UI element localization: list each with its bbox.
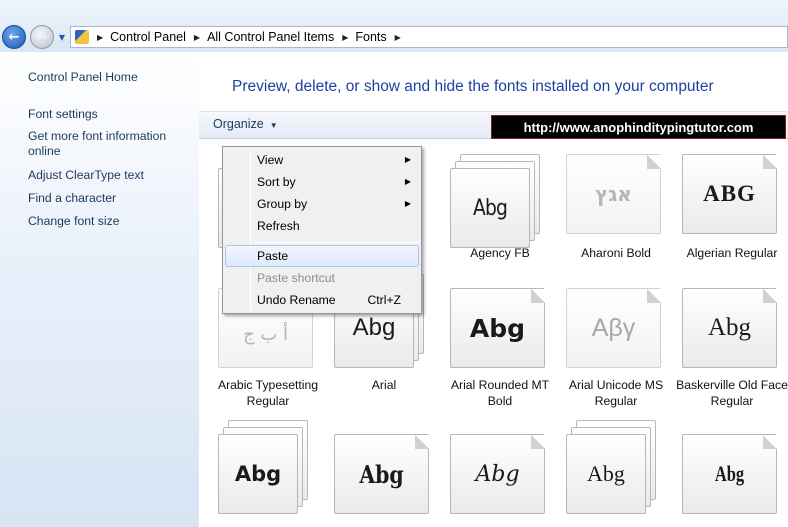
back-arrow-icon[interactable]: ←	[2, 25, 26, 49]
breadcrumb-chevron-icon[interactable]: ▶	[194, 33, 200, 42]
font-preview: Αβγ	[591, 313, 636, 342]
more-font-info-link[interactable]: Get more font information online	[28, 129, 188, 159]
font-name: Arial	[371, 378, 397, 392]
menu-item-undo-rename[interactable]: Undo Rename Ctrl+Z	[225, 289, 419, 311]
font-preview: Abg	[707, 314, 752, 341]
font-name: Arial Rounded MT Bold	[450, 378, 550, 408]
menu-item-refresh[interactable]: Refresh	[225, 215, 419, 237]
menu-item-label: Undo Rename	[257, 293, 336, 307]
menu-item-shortcut: Ctrl+Z	[367, 293, 401, 307]
menu-item-sort-by[interactable]: Sort by ▶	[225, 171, 419, 193]
font-preview: Abg	[469, 313, 526, 343]
address-bar[interactable]: ▶ Control Panel ▶ All Control Panel Item…	[70, 26, 788, 48]
breadcrumb-control-panel[interactable]: Control Panel	[110, 30, 186, 44]
fonts-folder-icon	[75, 30, 89, 44]
font-preview: Abg	[587, 461, 625, 486]
breadcrumb-all-items[interactable]: All Control Panel Items	[207, 30, 334, 44]
change-font-size-link[interactable]: Change font size	[28, 214, 188, 229]
menu-separator	[253, 242, 418, 243]
organize-button[interactable]: Organize ▼	[213, 117, 278, 131]
breadcrumb-chevron-icon[interactable]: ▶	[395, 33, 401, 42]
context-menu: View ▶ Sort by ▶ Group by ▶ Refresh Past…	[222, 146, 422, 314]
font-name: Arial Unicode MS Regular	[568, 378, 664, 408]
font-settings-link[interactable]: Font settings	[28, 107, 188, 122]
breadcrumb-chevron-icon[interactable]: ▶	[342, 33, 348, 42]
font-name: Agency FB	[470, 246, 530, 260]
menu-item-label: Refresh	[257, 219, 300, 233]
find-character-link[interactable]: Find a character	[28, 191, 188, 206]
menu-item-label: Paste shortcut	[257, 271, 335, 285]
control-panel-home-link[interactable]: Control Panel Home	[28, 70, 188, 85]
menu-item-label: Sort by	[257, 175, 296, 189]
font-preview: Abg	[234, 462, 282, 486]
menu-item-label: Paste	[257, 249, 289, 263]
font-preview: Abg	[714, 461, 745, 486]
menu-item-label: View	[257, 153, 284, 167]
menu-item-paste-shortcut[interactable]: Paste shortcut	[225, 267, 419, 289]
font-name: Algerian Regular	[686, 246, 778, 260]
font-name: Aharoni Bold	[581, 246, 651, 260]
font-name: Arabic Typesetting Regular	[217, 378, 319, 408]
organize-label: Organize	[213, 117, 264, 131]
font-preview: אגץ	[595, 182, 632, 206]
navigation-pane: Control Panel Home Font settings Get mor…	[0, 52, 199, 527]
menu-item-group-by[interactable]: Group by ▶	[225, 193, 419, 215]
forward-arrow-icon[interactable]: →	[30, 25, 54, 49]
font-preview: Abg	[473, 195, 508, 221]
adjust-cleartype-link[interactable]: Adjust ClearType text	[28, 168, 188, 183]
font-preview: Abg	[475, 461, 520, 487]
submenu-arrow-icon: ▶	[404, 199, 411, 208]
font-preview: ABG	[703, 181, 756, 206]
font-name: Baskerville Old Face Regular	[676, 378, 788, 408]
submenu-arrow-icon: ▶	[404, 155, 411, 164]
menu-item-paste[interactable]: Paste	[225, 245, 419, 267]
address-toolbar: ← → ▼ ▶ Control Panel ▶ All Control Pane…	[0, 0, 788, 52]
command-bar: Organize ▼ http://www.anophinditypingtuto…	[199, 111, 788, 139]
submenu-arrow-icon: ▶	[404, 177, 411, 186]
website-banner: http://www.anophinditypingtutor.com	[491, 115, 786, 139]
breadcrumb-chevron-icon[interactable]: ▶	[97, 33, 103, 42]
page-title: Preview, delete, or show and hide the fo…	[232, 78, 714, 95]
dropdown-arrow-icon: ▼	[269, 121, 278, 130]
breadcrumb-fonts[interactable]: Fonts	[355, 30, 386, 44]
menu-item-view[interactable]: View ▶	[225, 149, 419, 171]
font-preview: Abg	[359, 459, 404, 489]
recent-pages-icon[interactable]: ▼	[56, 30, 68, 44]
menu-item-label: Group by	[257, 197, 308, 211]
